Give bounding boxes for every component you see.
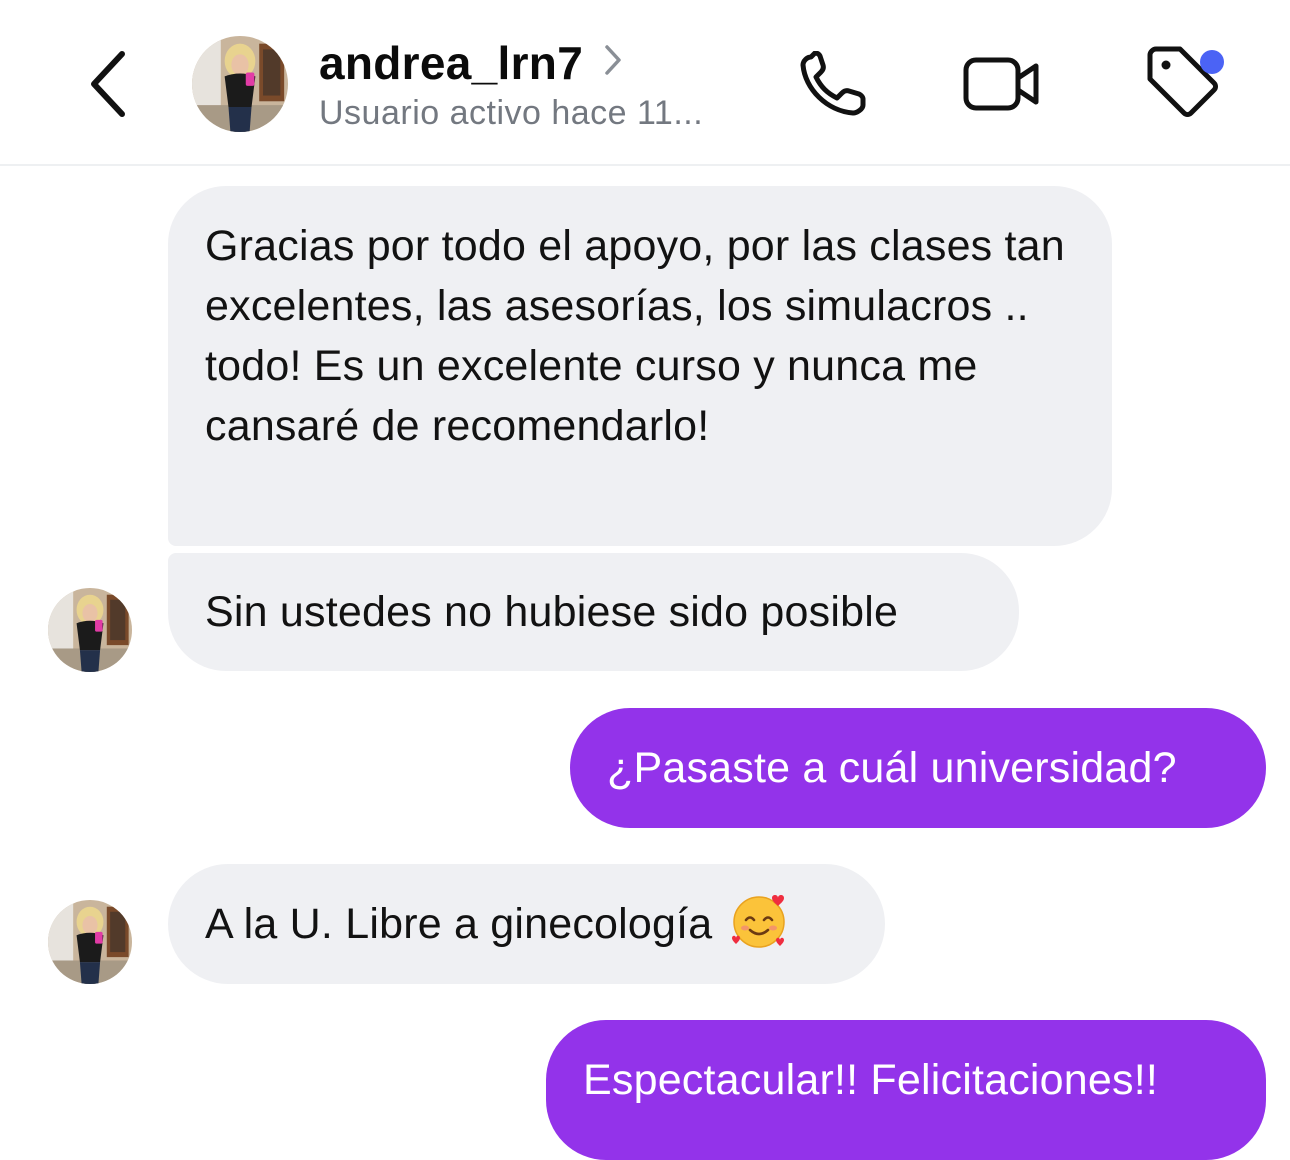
notification-dot <box>1200 50 1224 74</box>
smiling-face-with-hearts-icon <box>728 890 790 952</box>
contact-username: andrea_lrn7 <box>319 37 584 89</box>
call-button[interactable] <box>792 44 876 124</box>
video-call-button[interactable] <box>956 44 1048 124</box>
chevron-left-icon <box>91 51 125 117</box>
chat-header: andrea_lrn7 Usuario activo hace 11... <box>0 0 1290 166</box>
video-camera-icon <box>963 57 1039 111</box>
message-outgoing[interactable]: ¿Pasaste a cuál universidad? <box>570 708 1266 828</box>
message-outgoing[interactable]: Espectacular!! Felicitaciones!! <box>546 1020 1266 1160</box>
message-incoming[interactable]: Sin ustedes no hubiese sido posible <box>168 553 1019 671</box>
active-status: Usuario activo hace 11... <box>319 94 704 132</box>
sender-avatar[interactable] <box>48 900 132 984</box>
message-text: ¿Pasaste a cuál universidad? <box>607 744 1177 792</box>
back-button[interactable] <box>78 46 138 122</box>
contact-title[interactable]: andrea_lrn7 Usuario activo hace 11... <box>319 34 703 133</box>
sender-avatar[interactable] <box>48 588 132 672</box>
message-text: Sin ustedes no hubiese sido posible <box>205 588 899 636</box>
chevron-right-icon <box>603 44 623 76</box>
message-text: Gracias por todo el apoyo, por las clase… <box>205 222 1065 450</box>
message-incoming[interactable]: A la U. Libre a ginecología <box>168 864 885 984</box>
contact-avatar[interactable] <box>192 36 288 132</box>
phone-icon <box>800 51 866 116</box>
message-incoming[interactable]: Gracias por todo el apoyo, por las clase… <box>168 186 1112 546</box>
message-text: Espectacular!! Felicitaciones!! <box>583 1056 1159 1104</box>
message-text: A la U. Libre a ginecología <box>205 900 713 948</box>
